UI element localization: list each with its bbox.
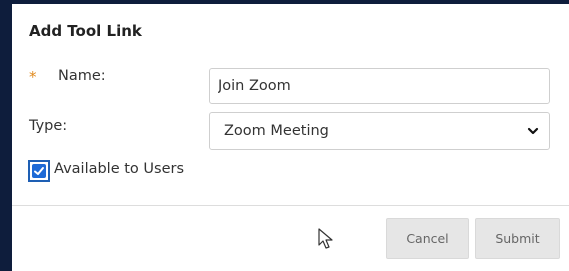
available-to-users-label[interactable]: Available to Users bbox=[54, 161, 184, 177]
available-checkbox[interactable] bbox=[32, 164, 46, 178]
type-select[interactable]: Zoom Meeting bbox=[209, 112, 550, 150]
name-input[interactable] bbox=[209, 68, 550, 104]
dialog-title: Add Tool Link bbox=[29, 22, 142, 40]
cancel-button[interactable]: Cancel bbox=[386, 218, 469, 259]
available-checkbox-focus-ring bbox=[28, 160, 50, 182]
mouse-cursor-icon bbox=[318, 228, 333, 249]
window-left-border bbox=[0, 0, 12, 271]
footer-divider bbox=[12, 205, 569, 206]
chevron-down-icon bbox=[527, 127, 539, 135]
checkmark-icon bbox=[34, 167, 44, 175]
window-top-border bbox=[0, 0, 569, 4]
type-select-value: Zoom Meeting bbox=[224, 123, 329, 139]
required-marker: * bbox=[29, 68, 37, 86]
submit-button[interactable]: Submit bbox=[475, 218, 560, 259]
type-label: Type: bbox=[29, 118, 68, 134]
name-label: Name: bbox=[58, 68, 106, 84]
add-tool-link-dialog: Add Tool Link * Name: Type: Zoom Meeting… bbox=[0, 0, 569, 271]
